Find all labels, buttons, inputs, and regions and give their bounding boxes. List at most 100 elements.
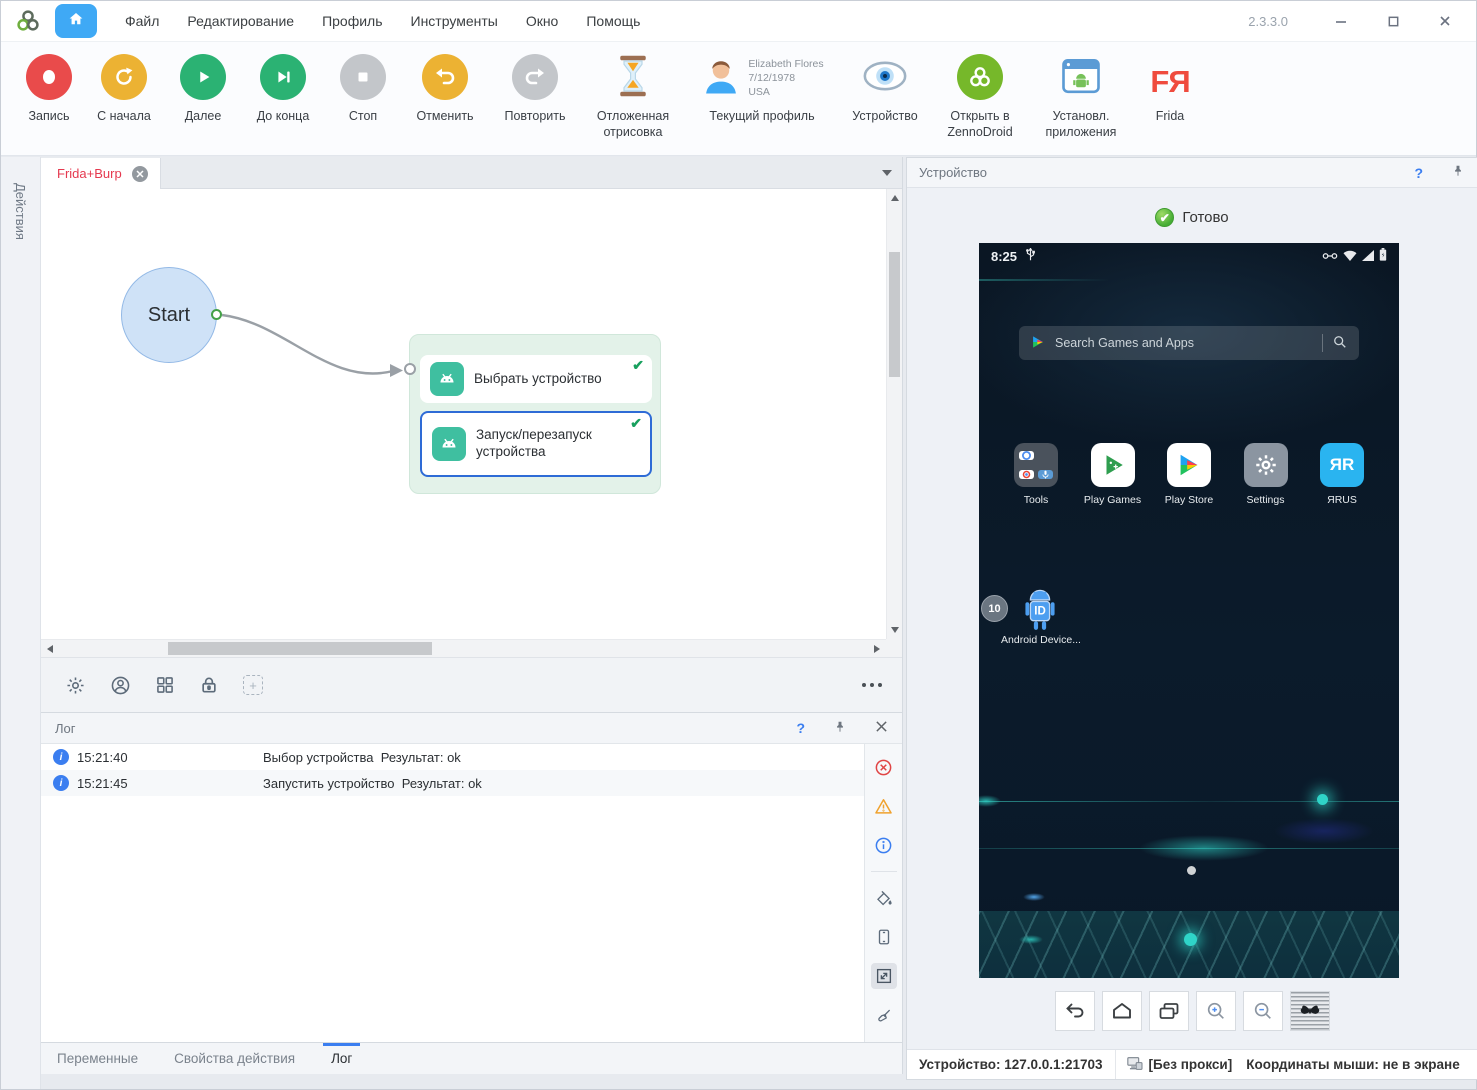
undo-button[interactable]: Отменить <box>403 51 487 124</box>
play-games-app-icon <box>1091 443 1135 487</box>
menu-file[interactable]: Файл <box>111 1 173 41</box>
nav-back-button[interactable] <box>1055 991 1095 1031</box>
device-screen[interactable]: 8:25 Search Games and Apps <box>979 243 1399 978</box>
mini-app-icon <box>1019 470 1034 479</box>
deferred-render-button[interactable]: Отложенная отрисовка <box>583 51 683 141</box>
horizontal-scroll-thumb[interactable] <box>168 642 432 655</box>
record-icon <box>26 54 72 100</box>
device-screen-icon[interactable] <box>871 924 897 950</box>
tab-variables[interactable]: Переменные <box>57 1043 138 1074</box>
scroll-left-icon[interactable] <box>47 645 53 653</box>
horizontal-scrollbar[interactable] <box>41 639 886 657</box>
help-icon[interactable]: ? <box>1414 165 1423 181</box>
tab-list-dropdown-icon[interactable] <box>882 170 892 176</box>
action-select-device[interactable]: Выбрать устройство ✔ <box>420 355 652 403</box>
tab-close-icon[interactable] <box>132 166 148 182</box>
cell-signal-icon <box>1362 249 1374 264</box>
close-panel-icon[interactable] <box>875 720 888 736</box>
tab-frida-burp[interactable]: Frida+Burp <box>41 158 161 189</box>
settings-gear-icon[interactable] <box>65 675 86 696</box>
app-tools[interactable]: Tools <box>1003 443 1069 506</box>
tab-action-properties[interactable]: Свойства действия <box>174 1043 295 1074</box>
grid-blocks-icon[interactable] <box>155 675 175 695</box>
record-button[interactable]: Запись <box>17 51 81 124</box>
device-panel-title: Устройство <box>919 165 987 180</box>
menu-tools[interactable]: Инструменты <box>397 1 512 41</box>
nav-home-button[interactable] <box>1102 991 1142 1031</box>
current-profile-button[interactable]: Elizabeth Flores 7/12/1978 USA Текущий п… <box>687 51 837 124</box>
vertical-scrollbar[interactable] <box>886 189 902 639</box>
help-icon[interactable]: ? <box>796 720 805 736</box>
device-panel: Устройство ? ✔ Готово 8:25 <box>906 157 1477 1080</box>
profile-circle-icon[interactable] <box>110 675 131 696</box>
app-yarus[interactable]: ЯR ЯRUS <box>1309 443 1375 506</box>
info-filter-icon[interactable] <box>871 832 897 858</box>
to-end-button[interactable]: До конца <box>243 51 323 124</box>
start-connector-dot[interactable] <box>211 309 222 320</box>
app-play-store[interactable]: Play Store <box>1156 443 1222 506</box>
lock-icon[interactable] <box>199 675 219 695</box>
group-input-connector-dot[interactable] <box>404 363 416 375</box>
redo-button[interactable]: Повторить <box>491 51 579 124</box>
next-button[interactable]: Далее <box>167 51 239 124</box>
start-node[interactable]: Start <box>121 267 217 363</box>
menu-edit[interactable]: Редактирование <box>173 1 308 41</box>
divider <box>871 871 897 872</box>
yarus-app-icon: ЯR <box>1320 443 1364 487</box>
menu-profile[interactable]: Профиль <box>308 1 396 41</box>
frida-button[interactable]: FЯ Frida <box>1135 51 1205 124</box>
android-statusbar: 8:25 <box>979 243 1399 269</box>
device-view-button[interactable]: Устройство <box>841 51 929 124</box>
actions-sidebar-tab[interactable]: Действия <box>1 157 41 1089</box>
mini-app-icon <box>1019 451 1034 460</box>
search-icon[interactable] <box>1333 335 1347 352</box>
zoom-in-button[interactable] <box>1196 991 1236 1031</box>
fill-bucket-icon[interactable] <box>871 885 897 911</box>
more-options-icon[interactable] <box>862 683 882 687</box>
settings-app-icon <box>1244 443 1288 487</box>
nav-recents-button[interactable] <box>1149 991 1189 1031</box>
errors-filter-icon[interactable] <box>871 754 897 780</box>
menubar: Файл Редактирование Профиль Инструменты … <box>1 1 1476 41</box>
open-in-zennodroid-button[interactable]: Открыть в ZennoDroid <box>933 51 1027 141</box>
home-button[interactable] <box>55 4 97 38</box>
stop-button[interactable]: Стоп <box>327 51 399 124</box>
scroll-corner <box>886 639 902 657</box>
action-restart-device[interactable]: Запуск/перезапуск устройства ✔ <box>420 411 652 477</box>
play-search-bar[interactable]: Search Games and Apps <box>1019 326 1359 360</box>
log-row[interactable]: i 15:21:40 Выбор устройства Результат: o… <box>41 744 864 770</box>
log-row[interactable]: i 15:21:45 Запустить устройство Результа… <box>41 770 864 796</box>
profile-birthdate: 7/12/1978 <box>748 72 795 84</box>
glow-ellipse-blue <box>1274 818 1374 844</box>
warnings-filter-icon[interactable] <box>871 793 897 819</box>
search-placeholder: Search Games and Apps <box>1055 336 1194 350</box>
zoom-out-button[interactable] <box>1243 991 1283 1031</box>
flow-canvas[interactable]: Start Выбрать устройство ✔ Запуск/переза… <box>41 189 886 639</box>
pin-icon[interactable] <box>1451 164 1465 181</box>
menu-window[interactable]: Окно <box>512 1 573 41</box>
tab-log[interactable]: Лог <box>331 1043 352 1074</box>
from-start-button[interactable]: С начала <box>85 51 163 124</box>
frida-butterfly-button[interactable] <box>1290 991 1330 1031</box>
vertical-scroll-thumb[interactable] <box>889 252 900 377</box>
svg-text:ID: ID <box>1034 606 1046 618</box>
scroll-up-icon[interactable] <box>891 195 899 201</box>
scroll-right-icon[interactable] <box>874 645 880 653</box>
android-device-app-icon[interactable]: ID <box>1017 583 1063 638</box>
app-settings[interactable]: Settings <box>1233 443 1299 506</box>
minimize-button[interactable] <box>1328 8 1354 34</box>
close-button[interactable] <box>1432 8 1458 34</box>
action-group[interactable]: Выбрать устройство ✔ Запуск/перезапуск у… <box>409 334 661 494</box>
add-selection-icon[interactable]: + <box>243 675 263 695</box>
pin-icon[interactable] <box>833 720 847 737</box>
android-device-app-label: Android Device... <box>983 634 1099 646</box>
installed-apps-button[interactable]: Установл. приложения <box>1031 51 1131 141</box>
expand-view-icon[interactable] <box>871 963 897 989</box>
clear-log-brush-icon[interactable] <box>871 1002 897 1028</box>
device-address: Устройство: 127.0.0.1:21703 <box>907 1050 1116 1079</box>
menu-help[interactable]: Помощь <box>572 1 654 41</box>
scroll-down-icon[interactable] <box>891 627 899 633</box>
maximize-button[interactable] <box>1380 8 1406 34</box>
home-icon <box>67 10 85 33</box>
app-play-games[interactable]: Play Games <box>1080 443 1146 506</box>
